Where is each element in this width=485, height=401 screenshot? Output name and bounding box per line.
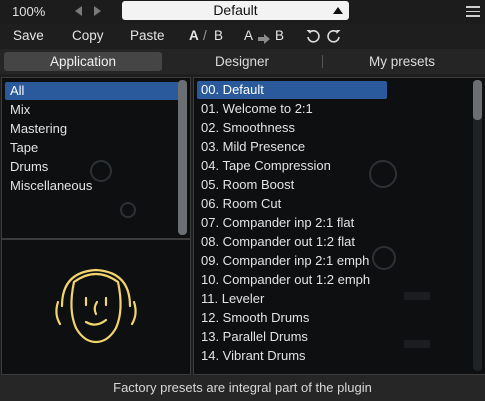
category-scroll-thumb[interactable]: [178, 80, 187, 235]
zoom-level[interactable]: 100%: [12, 4, 45, 19]
preset-item[interactable]: 06. Room Cut: [197, 195, 281, 213]
preset-item[interactable]: 11. Leveler: [197, 290, 264, 308]
background-knob: [120, 202, 136, 218]
category-item-mastering[interactable]: Mastering: [5, 120, 180, 138]
background-knob: [90, 160, 112, 182]
author-face-icon: [55, 268, 137, 344]
redo-icon[interactable]: [326, 28, 342, 44]
arrow-right-copy-icon[interactable]: [258, 32, 270, 47]
status-bar: Factory presets are integral part of the…: [0, 375, 485, 401]
category-list: All Mix Mastering Tape Drums Miscellaneo…: [1, 77, 191, 239]
preset-item[interactable]: 05. Room Boost: [197, 176, 294, 194]
preset-item[interactable]: 09. Compander inp 2:1 emph: [197, 252, 369, 270]
author-image-panel: [1, 239, 191, 375]
paste-button[interactable]: Paste: [130, 28, 165, 43]
preset-item[interactable]: 03. Mild Presence: [197, 138, 305, 156]
preset-item[interactable]: 07. Compander inp 2:1 flat: [197, 214, 354, 232]
preset-item[interactable]: 13. Parallel Drums: [197, 328, 308, 346]
tab-application[interactable]: Application: [4, 52, 162, 71]
tab-my-presets[interactable]: My presets: [326, 52, 478, 71]
preset-item[interactable]: 01. Welcome to 2:1: [197, 100, 313, 118]
preset-item[interactable]: 10. Compander out 1:2 emph: [197, 271, 370, 289]
background-meter: [404, 292, 430, 300]
category-item-tape[interactable]: Tape: [5, 139, 180, 157]
preset-item[interactable]: 00. Default: [197, 81, 387, 99]
copy-button[interactable]: Copy: [72, 28, 104, 43]
tab-bar: Application Designer My presets: [0, 49, 485, 74]
preset-item[interactable]: 14. Vibrant Drums: [197, 347, 306, 365]
arrow-right-icon[interactable]: [91, 4, 103, 18]
arrow-left-icon[interactable]: [72, 4, 84, 18]
preset-selector[interactable]: Default: [122, 1, 349, 20]
background-knob: [369, 160, 397, 188]
save-button[interactable]: Save: [13, 28, 44, 43]
preset-item[interactable]: 02. Smoothness: [197, 119, 295, 137]
category-item-mix[interactable]: Mix: [5, 101, 180, 119]
top-bar: 100% Default: [0, 0, 485, 24]
background-knob: [372, 246, 396, 270]
undo-icon[interactable]: [305, 28, 321, 44]
preset-item[interactable]: 04. Tape Compression: [197, 157, 331, 175]
dropdown-triangle-icon: [333, 7, 343, 14]
toolbar: Save Copy Paste A / B A B: [0, 24, 485, 48]
hamburger-menu-icon[interactable]: [466, 6, 480, 17]
background-meter: [404, 340, 430, 348]
category-scrollbar[interactable]: [178, 80, 187, 235]
tab-designer[interactable]: Designer: [166, 52, 318, 71]
category-item-miscellaneous[interactable]: Miscellaneous: [5, 177, 180, 195]
preset-item[interactable]: 08. Compander out 1:2 flat: [197, 233, 355, 251]
tab-divider: [322, 55, 323, 68]
copy-a-label: A: [244, 28, 254, 43]
ab-separator: /: [203, 28, 207, 43]
ab-toggle-b[interactable]: B: [214, 28, 223, 43]
preset-list: 00. Default 01. Welcome to 2:1 02. Smoot…: [193, 77, 485, 375]
preset-item[interactable]: 12. Smooth Drums: [197, 309, 309, 327]
category-item-all[interactable]: All: [5, 82, 180, 100]
preset-scroll-thumb[interactable]: [473, 80, 482, 120]
copy-b-label: B: [275, 28, 285, 43]
preset-name: Default: [213, 2, 258, 18]
ab-toggle-a[interactable]: A: [189, 28, 199, 43]
preset-scrollbar[interactable]: [473, 80, 482, 371]
